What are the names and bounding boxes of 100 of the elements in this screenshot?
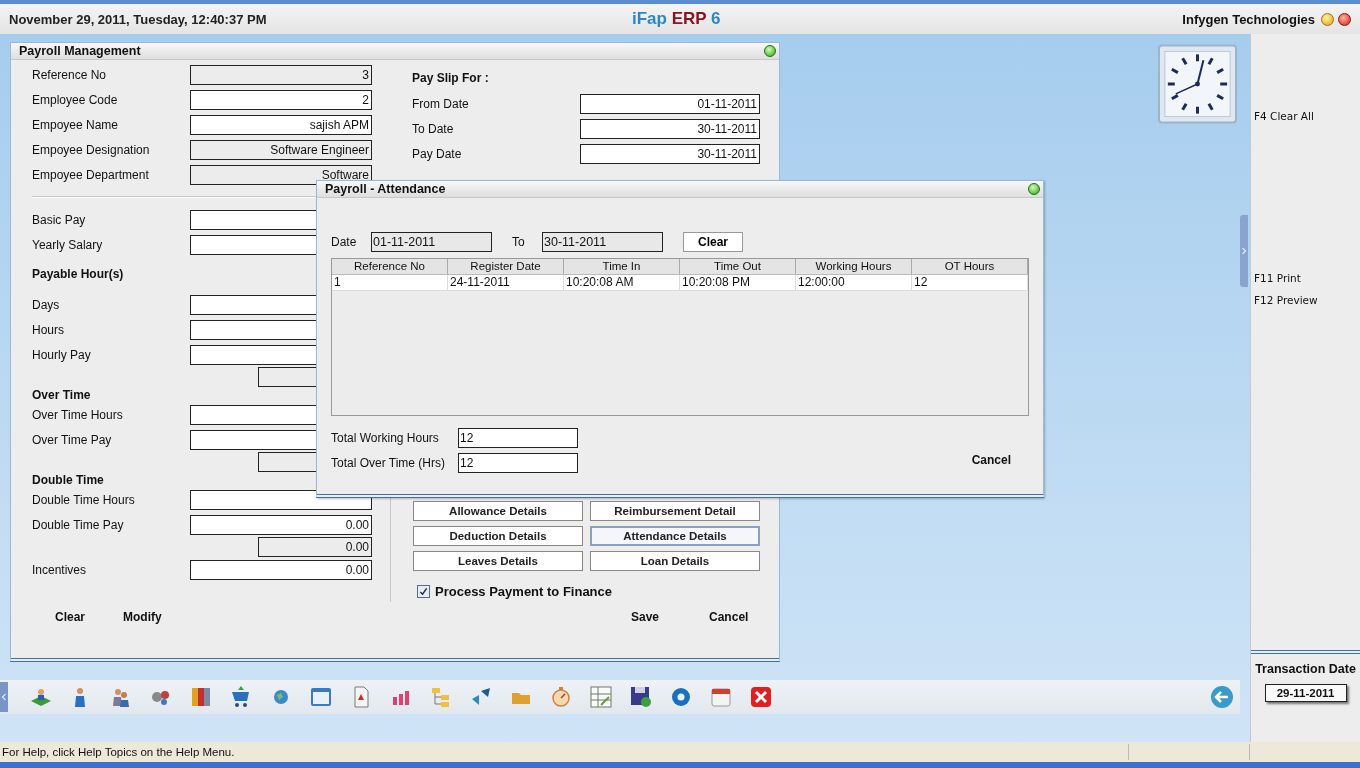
text-field[interactable]: sajish APM [190,114,372,135]
action-button[interactable]: Cancel [709,610,749,624]
section-heading: Pay Slip For : [412,71,490,87]
shortcut-link[interactable]: F11 Print [1254,272,1360,286]
field-label: Yearly Salary [32,237,104,252]
shortcut-link[interactable]: F4 Clear All [1254,110,1360,124]
field-value: 01-11-2011 [697,96,757,111]
field-label: Hourly Pay [32,347,92,362]
spreadsheet-icon[interactable] [589,685,613,709]
clear-button[interactable]: Clear [683,232,743,252]
company-name: Infygen Technologies [1182,11,1315,27]
field-label: Double Time Hours [32,492,136,507]
field-label: Over Time Pay [32,432,113,447]
table-cell: 10:20:08 PM [680,275,796,290]
section-heading: Double Time [32,472,104,487]
action-button[interactable]: Save [631,610,660,624]
cancel-button[interactable]: Cancel [971,453,1011,467]
field-label: Incentives [32,562,88,577]
text-field[interactable]: 3 [190,64,372,85]
date-field[interactable]: 30-11-2011 [542,232,663,252]
stopwatch-icon[interactable] [549,685,573,709]
field-label: Hours [32,322,65,337]
text-field[interactable]: Software [190,164,372,185]
table-cell: 12:00:00 [796,275,912,290]
table-cell: 1 [332,275,448,290]
total-field[interactable]: 12 [458,427,578,448]
table-cell: 12 [912,275,1028,290]
minimize-icon[interactable] [1321,12,1334,26]
close-icon[interactable] [1338,12,1351,26]
checkbox-label: Process Payment to Finance [435,583,612,599]
field-label: Pay Date [412,146,463,161]
column-header[interactable]: Reference No [332,259,448,274]
status-text: For Help, click Help Topics on the Help Menu. [2,746,235,758]
field-label: From Date [412,96,470,111]
text-field[interactable]: 2 [190,89,372,110]
scroll-left-handle[interactable] [0,682,8,712]
details-button[interactable]: Loan Details [590,551,760,571]
shortcut-link[interactable]: F12 Preview [1254,294,1360,308]
window-title: Payroll Management [19,44,141,58]
save-icon[interactable] [629,685,653,709]
column-header[interactable]: OT Hours [912,259,1028,274]
field-value: 12 [460,455,474,470]
restore-icon[interactable] [764,45,776,57]
details-button[interactable]: Leaves Details [413,551,583,571]
field-value: 30-11-2011 [544,235,607,249]
restore-icon[interactable] [1028,183,1040,195]
field-label: Empoyee Department [32,167,150,182]
field-label: Empoyee Designation [32,142,151,157]
field-label: Date [331,235,358,249]
field-label: Empoyee Name [32,117,120,132]
section-heading: Payable Hour(s) [32,266,124,281]
date-field[interactable]: 01-11-2011 [371,232,492,252]
field-value: 01-11-2011 [373,235,436,249]
field-value: 30-11-2011 [697,121,757,136]
column-header[interactable]: Register Date [448,259,564,274]
window-icon[interactable] [309,685,333,709]
action-button[interactable]: Modify [123,610,162,624]
transaction-date-label: Transaction Date [1255,662,1356,676]
field-value: Software Engineer [270,142,369,157]
calendar-icon[interactable] [709,685,733,709]
field-label: To [511,235,526,249]
field-value: sajish APM [309,117,369,132]
details-button[interactable]: Allowance Details [413,501,583,521]
field-value: 0.00 [345,562,369,577]
details-button[interactable]: Deduction Details [413,526,583,546]
field-value: 2 [362,92,369,107]
field-label: Days [32,297,61,312]
total-field[interactable]: 0.00 [258,537,372,557]
date-time: November 29, 2011, Tuesday, 12:40:37 PM [9,11,267,27]
details-button[interactable]: Reimbursement Detail [590,501,760,521]
column-header[interactable]: Time Out [680,259,796,274]
app-title: iFap ERP 6 [632,9,721,29]
field-value: 12 [460,430,474,445]
text-field[interactable]: 0.00 [190,559,372,580]
dialog-title: Payroll - Attendance [325,182,446,196]
date-field[interactable]: 01-11-2011 [580,93,760,114]
field-value: 0.00 [345,540,369,554]
field-value: Software [321,167,369,182]
field-label: Double Time Pay [32,517,125,532]
checkbox[interactable] [417,584,430,598]
field-label: Total Over Time (Hrs) [331,455,446,470]
text-field[interactable]: 0.00 [190,514,372,535]
total-field[interactable]: 12 [458,452,578,473]
date-field[interactable]: 30-11-2011 [580,143,760,164]
field-value: 0.00 [345,517,369,532]
field-value: 3 [362,67,369,82]
details-button[interactable]: Attendance Details [590,526,760,546]
date-field[interactable]: 30-11-2011 [580,118,760,139]
books-icon[interactable] [189,685,213,709]
transaction-date: 29-11-2011 [1264,684,1347,702]
field-label: Total Working Hours [331,430,440,445]
text-field[interactable]: Software Engineer [190,139,372,160]
collapse-handle[interactable] [1240,215,1248,287]
field-label: To Date [412,121,455,136]
column-header[interactable]: Time In [564,259,680,274]
action-button[interactable]: Clear [55,610,86,624]
table-cell: 10:20:08 AM [564,275,680,290]
column-header[interactable]: Working Hours [796,259,912,274]
field-label: Basic Pay [32,212,87,227]
close-icon[interactable] [749,685,773,709]
